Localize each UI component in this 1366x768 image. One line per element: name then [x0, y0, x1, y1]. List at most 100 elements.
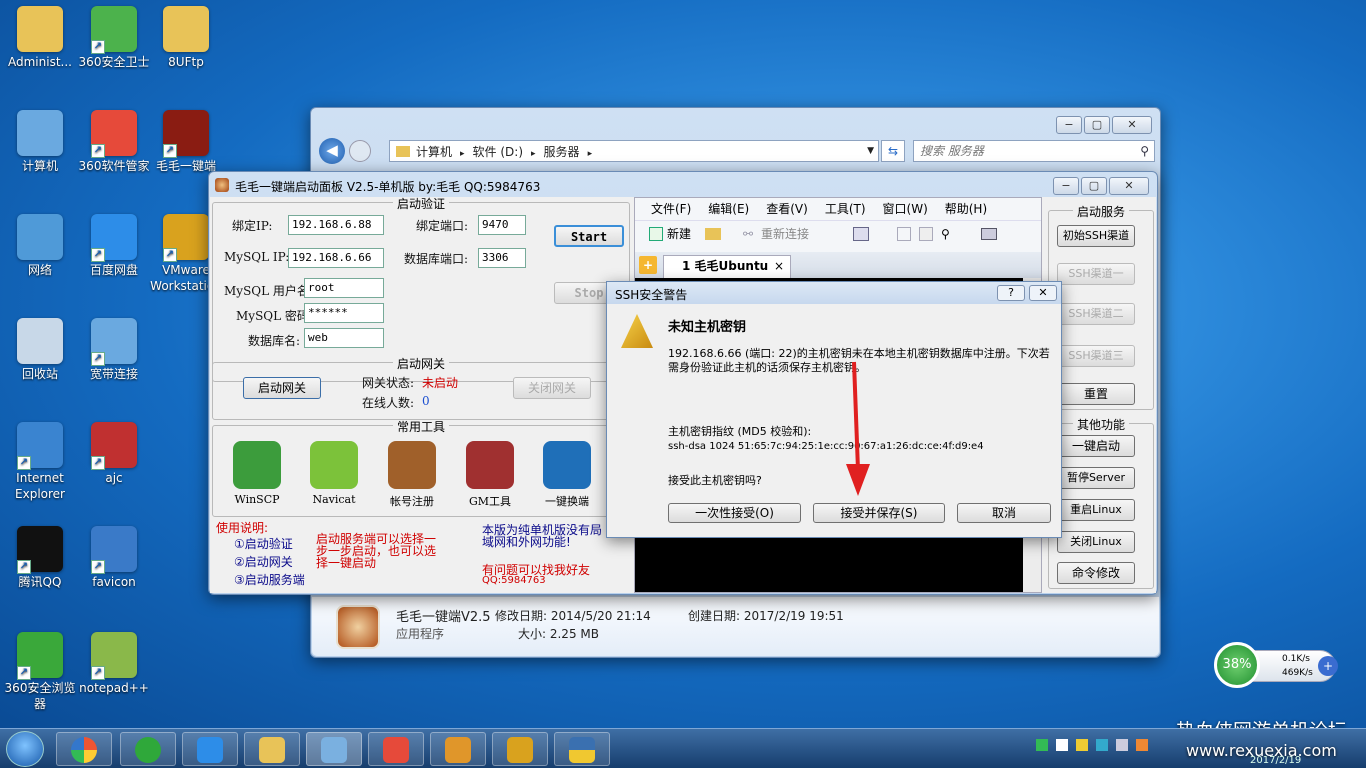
breadcrumb-item[interactable]: 软件 (D:): [473, 145, 523, 159]
db-port-input[interactable]: 3306: [478, 248, 526, 268]
refresh-button[interactable]: ⇆: [881, 140, 905, 162]
close-tab-icon[interactable]: ×: [774, 256, 784, 277]
init-ssh-button[interactable]: 初始SSH渠道: [1057, 225, 1135, 247]
desktop-icon[interactable]: ↗ 360安全浏览器: [0, 628, 80, 728]
forward-button[interactable]: [349, 140, 371, 162]
desktop-icon[interactable]: ↗ notepad++: [74, 628, 154, 728]
menu-item[interactable]: 工具(T): [825, 198, 866, 220]
taskbar-python-button[interactable]: [554, 732, 610, 766]
desktop-icon[interactable]: ↗ 腾讯QQ: [0, 522, 80, 622]
chevron-right-icon[interactable]: ▸: [531, 149, 536, 159]
taskbar-360-button[interactable]: [56, 732, 112, 766]
chevron-right-icon[interactable]: ▸: [460, 149, 465, 159]
desktop-icon[interactable]: ↗ favicon: [74, 522, 154, 622]
start-button[interactable]: Start: [554, 225, 624, 247]
tool-winscp[interactable]: WinSCP: [220, 441, 294, 506]
taskbar-panel-button[interactable]: [306, 732, 362, 766]
tool-account-register[interactable]: 帐号注册: [375, 441, 449, 509]
tool-switch[interactable]: 一键换端: [530, 441, 604, 509]
maximize-button[interactable]: ▢: [1081, 177, 1107, 195]
one-click-start-button[interactable]: 一键启动: [1057, 435, 1135, 457]
pause-server-button[interactable]: 暂停Server: [1057, 467, 1135, 489]
desktop-icon[interactable]: 8UFtp: [146, 2, 226, 102]
desktop-icon[interactable]: ↗ 360软件管家: [74, 106, 154, 206]
bind-port-input[interactable]: 9470: [478, 215, 526, 235]
chevron-right-icon[interactable]: ▸: [588, 149, 593, 159]
reset-button[interactable]: 重置: [1057, 383, 1135, 405]
print-icon[interactable]: [981, 228, 997, 240]
desktop-icon[interactable]: 网络: [0, 210, 80, 310]
mysql-ip-input[interactable]: 192.168.6.66: [288, 248, 384, 268]
minimize-button[interactable]: −: [1053, 177, 1079, 195]
shutdown-linux-button[interactable]: 关闭Linux: [1057, 531, 1135, 553]
open-folder-icon[interactable]: [705, 228, 721, 240]
menu-item[interactable]: 帮助(H): [945, 198, 987, 220]
menu-item[interactable]: 编辑(E): [708, 198, 749, 220]
menu-item[interactable]: 查看(V): [766, 198, 808, 220]
help-button[interactable]: ?: [997, 285, 1025, 301]
cancel-button[interactable]: 取消: [957, 503, 1051, 523]
taskbar-media-button[interactable]: [430, 732, 486, 766]
accept-once-button[interactable]: 一次性接受(O): [668, 503, 801, 523]
ssh-channel-2-button[interactable]: SSH渠道二: [1057, 303, 1135, 325]
new-session-button[interactable]: 新建: [667, 221, 691, 247]
close-gateway-button[interactable]: 关闭网关: [513, 377, 591, 399]
start-button[interactable]: [6, 731, 44, 767]
close-button[interactable]: ✕: [1112, 116, 1152, 134]
search-input[interactable]: 搜索 服务器 ⚲: [913, 140, 1155, 162]
command-edit-button[interactable]: 命令修改: [1057, 562, 1135, 584]
ssh-channel-1-button[interactable]: SSH渠道一: [1057, 263, 1135, 285]
taskbar-software-button[interactable]: [368, 732, 424, 766]
breadcrumb-item[interactable]: 计算机: [416, 145, 452, 159]
desktop-icon[interactable]: ↗ ajc: [74, 418, 154, 518]
mysql-user-input[interactable]: root: [304, 278, 384, 298]
bind-ip-input[interactable]: 192.168.6.88: [288, 215, 384, 235]
properties-icon[interactable]: [853, 227, 869, 241]
reconnect-button[interactable]: 重新连接: [761, 221, 809, 247]
desktop-icon[interactable]: ↗ 百度网盘: [74, 210, 154, 310]
accept-save-button[interactable]: 接受并保存(S): [813, 503, 945, 523]
db-name-input[interactable]: web: [304, 328, 384, 348]
desktop-icon[interactable]: 回收站: [0, 314, 80, 414]
ssh-channel-3-button[interactable]: SSH渠道三: [1057, 345, 1135, 367]
taskbar-explorer-button[interactable]: [244, 732, 300, 766]
tray-icon[interactable]: [1056, 739, 1068, 751]
paste-icon[interactable]: [919, 227, 933, 241]
desktop-icon[interactable]: ↗ 360安全卫士: [74, 2, 154, 102]
copy-icon[interactable]: [897, 227, 911, 241]
dialog-close-button[interactable]: ✕: [1029, 285, 1057, 301]
network-widget[interactable]: 38% 0.1K/s 469K/s +: [1214, 640, 1340, 692]
add-tab-icon[interactable]: +: [639, 256, 657, 274]
ssh-warning-dialog[interactable]: SSH安全警告 ? ✕ 未知主机密钥 192.168.6.66 (端口: 22)…: [606, 281, 1062, 538]
tray-icon[interactable]: [1036, 739, 1048, 751]
desktop-icon[interactable]: ↗ Internet Explorer: [0, 418, 80, 518]
find-icon[interactable]: ⚲: [941, 221, 950, 247]
restart-linux-button[interactable]: 重启Linux: [1057, 499, 1135, 521]
add-icon[interactable]: +: [1318, 656, 1338, 676]
taskbar-360-browser-button[interactable]: [120, 732, 176, 766]
address-bar[interactable]: 计算机 ▸ 软件 (D:) ▸ 服务器 ▸ ▼: [389, 140, 879, 162]
desktop-icon[interactable]: 计算机: [0, 106, 80, 206]
tray-icon[interactable]: [1116, 739, 1128, 751]
breadcrumb-item[interactable]: 服务器: [544, 145, 580, 159]
menu-item[interactable]: 窗口(W): [883, 198, 928, 220]
chevron-down-icon[interactable]: ▼: [867, 146, 874, 156]
mysql-pwd-input[interactable]: ******: [304, 303, 384, 323]
minimize-button[interactable]: −: [1056, 116, 1082, 134]
taskbar-baidu-button[interactable]: [182, 732, 238, 766]
start-gateway-button[interactable]: 启动网关: [243, 377, 321, 399]
folder-icon: [259, 737, 285, 763]
menu-item[interactable]: 文件(F): [651, 198, 691, 220]
tray-icon[interactable]: [1076, 739, 1088, 751]
session-tab[interactable]: 1 毛毛Ubuntu ×: [663, 255, 791, 278]
close-button[interactable]: ✕: [1109, 177, 1149, 195]
tool-navicat[interactable]: Navicat: [297, 441, 371, 506]
desktop-icon[interactable]: ↗ 宽带连接: [74, 314, 154, 414]
taskbar-vmware-button[interactable]: [492, 732, 548, 766]
tray-icon[interactable]: [1096, 739, 1108, 751]
tray-icon[interactable]: [1136, 739, 1148, 751]
desktop-icon[interactable]: Administ...: [0, 2, 80, 102]
maximize-button[interactable]: ▢: [1084, 116, 1110, 134]
tool-gm-tool[interactable]: GM工具: [453, 441, 527, 509]
back-button[interactable]: ◀: [319, 138, 345, 164]
